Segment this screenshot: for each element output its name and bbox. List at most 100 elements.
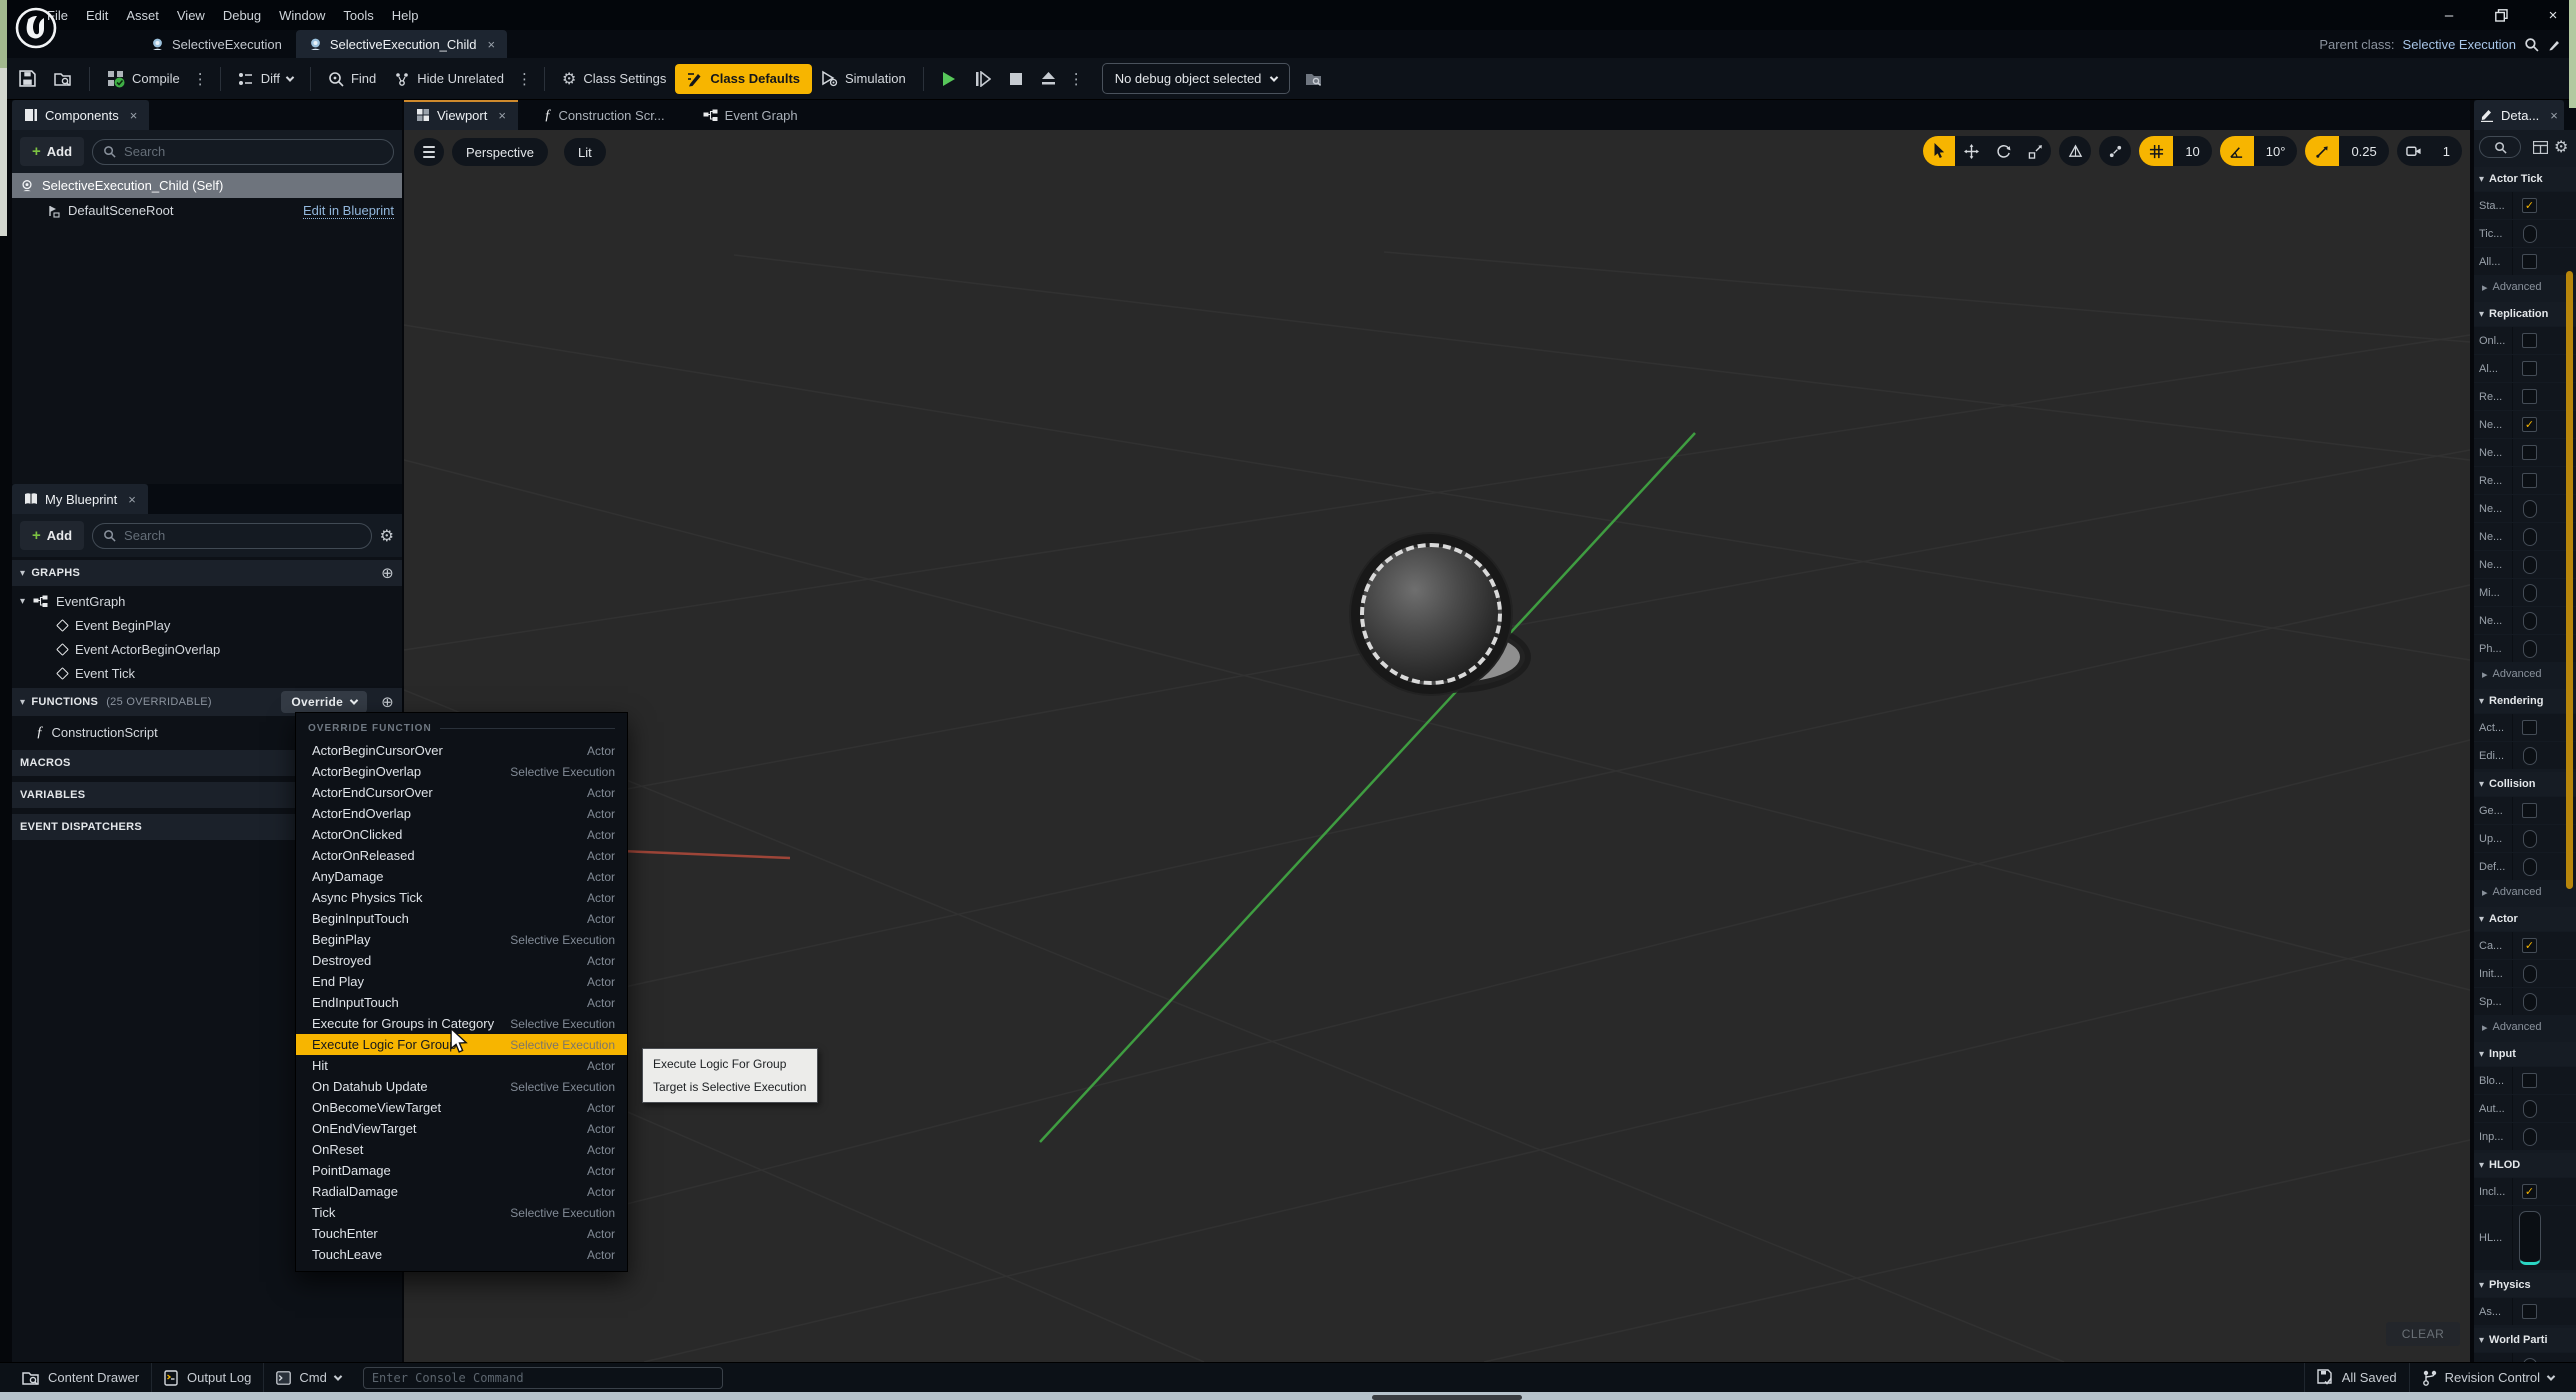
override-menu-item[interactable]: ActorEndOverlapActor: [296, 803, 627, 824]
maximize-button[interactable]: [2488, 9, 2514, 22]
cmd-dropdown[interactable]: Cmd: [264, 1363, 352, 1393]
checkbox[interactable]: [2522, 720, 2537, 735]
checkbox[interactable]: [2522, 361, 2537, 376]
details-scrollbar[interactable]: [2566, 271, 2573, 889]
graphs-section-header[interactable]: ▾ GRAPHS ⊕: [12, 560, 402, 586]
component-row-scene-root[interactable]: DefaultSceneRoot Edit in Blueprint: [12, 198, 402, 223]
details-section-header[interactable]: ▾Input: [2474, 1042, 2576, 1066]
override-menu-item[interactable]: OnResetActor: [296, 1139, 627, 1160]
override-menu-item[interactable]: TouchLeaveActor: [296, 1244, 627, 1265]
my-blueprint-search-input[interactable]: [92, 523, 372, 549]
rotation-snap-value[interactable]: 10°: [2254, 136, 2298, 166]
close-icon[interactable]: ×: [488, 37, 496, 52]
checkbox[interactable]: [2522, 254, 2537, 269]
find-button[interactable]: Find: [319, 65, 385, 93]
move-tool-button[interactable]: [1955, 136, 1987, 166]
checkbox[interactable]: [2523, 528, 2537, 546]
override-menu-item[interactable]: AnyDamageActor: [296, 866, 627, 887]
override-menu-item[interactable]: On Datahub UpdateSelective Execution: [296, 1076, 627, 1097]
menu-tools[interactable]: Tools: [334, 4, 382, 27]
surface-snapping-button[interactable]: [2099, 136, 2131, 166]
camera-speed-value[interactable]: 1: [2431, 136, 2462, 166]
details-section-header[interactable]: ▾Physics: [2474, 1273, 2576, 1297]
advanced-expander-row[interactable]: ▸Advanced: [2474, 275, 2576, 299]
display-filter-icon[interactable]: [2533, 141, 2548, 154]
tab-viewport[interactable]: Viewport ×: [404, 100, 518, 130]
details-section-header[interactable]: ▾Collision: [2474, 772, 2576, 796]
override-menu-item[interactable]: TickSelective Execution: [296, 1202, 627, 1223]
frame-skip-button[interactable]: [966, 65, 1000, 93]
checkbox[interactable]: [2522, 389, 2537, 404]
override-menu-item[interactable]: ActorOnClickedActor: [296, 824, 627, 845]
details-section-header[interactable]: ▾Actor Tick: [2474, 167, 2576, 191]
checkbox[interactable]: [2523, 1128, 2537, 1146]
viewport-canvas[interactable]: Perspective Lit: [404, 130, 2470, 1362]
checkbox-checked[interactable]: [2522, 417, 2537, 432]
gear-icon[interactable]: ⚙: [2554, 137, 2568, 157]
details-section-header[interactable]: ▾Replication: [2474, 302, 2576, 326]
edit-in-blueprint-link[interactable]: Edit in Blueprint: [303, 203, 394, 219]
compile-button[interactable]: Compile: [98, 64, 189, 94]
checkbox[interactable]: [2522, 803, 2537, 818]
checkbox[interactable]: [2523, 584, 2537, 602]
minimize-button[interactable]: –: [2436, 7, 2462, 24]
override-menu-item[interactable]: ActorBeginCursorOverActor: [296, 740, 627, 761]
grid-snap-value[interactable]: 10: [2173, 136, 2211, 166]
selected-sphere-actor[interactable]: [1360, 543, 1502, 685]
play-options-kebab-icon[interactable]: ⋮: [1065, 66, 1088, 92]
gear-icon[interactable]: ⚙: [380, 526, 394, 546]
checkbox[interactable]: [2522, 473, 2537, 488]
event-graph-row[interactable]: ▾ EventGraph: [12, 589, 402, 613]
add-function-icon[interactable]: ⊕: [381, 693, 394, 711]
advanced-expander-row[interactable]: ▸Advanced: [2474, 1015, 2576, 1039]
output-log-button[interactable]: Output Log: [152, 1363, 263, 1393]
override-menu-item[interactable]: End PlayActor: [296, 971, 627, 992]
console-field[interactable]: [372, 1371, 714, 1385]
edit-pencil-icon[interactable]: [2547, 37, 2562, 52]
asset-picker-box[interactable]: [2519, 1211, 2541, 1265]
override-menu-item[interactable]: PointDamageActor: [296, 1160, 627, 1181]
play-button[interactable]: [932, 65, 966, 93]
checkbox[interactable]: [2523, 640, 2537, 658]
override-menu-item[interactable]: OnEndViewTargetActor: [296, 1118, 627, 1139]
compile-options-kebab-icon[interactable]: ⋮: [189, 66, 212, 92]
details-section-header[interactable]: ▾Rendering: [2474, 689, 2576, 713]
details-section-header[interactable]: ▾World Parti: [2474, 1328, 2576, 1352]
override-menu-item[interactable]: DestroyedActor: [296, 950, 627, 971]
advanced-expander-row[interactable]: ▸Advanced: [2474, 880, 2576, 904]
override-menu-item[interactable]: ActorOnReleasedActor: [296, 845, 627, 866]
details-section-header[interactable]: ▾Actor: [2474, 907, 2576, 931]
checkbox[interactable]: [2522, 1073, 2537, 1088]
tab-selectiveexecution[interactable]: SelectiveExecution: [138, 30, 294, 58]
class-settings-button[interactable]: ⚙ Class Settings: [553, 63, 675, 95]
scale-tool-button[interactable]: [2019, 136, 2051, 166]
components-search-input[interactable]: [92, 139, 394, 165]
override-menu-item[interactable]: BeginPlaySelective Execution: [296, 929, 627, 950]
clear-button[interactable]: CLEAR: [2386, 1322, 2460, 1346]
rotate-tool-button[interactable]: [1987, 136, 2019, 166]
checkbox[interactable]: [2522, 333, 2537, 348]
scale-snap-value[interactable]: 0.25: [2339, 136, 2388, 166]
revision-control-dropdown[interactable]: Revision Control: [2410, 1363, 2566, 1393]
console-command-input[interactable]: [363, 1367, 723, 1389]
details-search-button[interactable]: [2479, 136, 2521, 158]
checkbox[interactable]: [2523, 747, 2537, 765]
hide-unrelated-kebab-icon[interactable]: ⋮: [513, 66, 536, 92]
save-button[interactable]: [10, 64, 45, 93]
override-menu-item[interactable]: EndInputTouchActor: [296, 992, 627, 1013]
checkbox[interactable]: [2523, 1100, 2537, 1118]
checkbox[interactable]: [2523, 225, 2537, 243]
triangle-down-icon[interactable]: ▾: [20, 596, 25, 607]
override-menu-item[interactable]: BeginInputTouchActor: [296, 908, 627, 929]
checkbox[interactable]: [2522, 445, 2537, 460]
component-row-self[interactable]: SelectiveExecution_Child (Self): [12, 173, 402, 198]
eject-button[interactable]: [1032, 65, 1065, 92]
tab-construction-script[interactable]: ƒ Construction Scr...: [532, 100, 677, 130]
override-menu-item[interactable]: ActorBeginOverlapSelective Execution: [296, 761, 627, 782]
add-blueprint-item-button[interactable]: + Add: [20, 521, 84, 550]
checkbox[interactable]: [2523, 500, 2537, 518]
close-icon[interactable]: ×: [130, 108, 138, 123]
close-icon[interactable]: ×: [2550, 108, 2558, 123]
override-menu-item[interactable]: Async Physics TickActor: [296, 887, 627, 908]
viewport-options-menu-button[interactable]: [414, 138, 444, 166]
